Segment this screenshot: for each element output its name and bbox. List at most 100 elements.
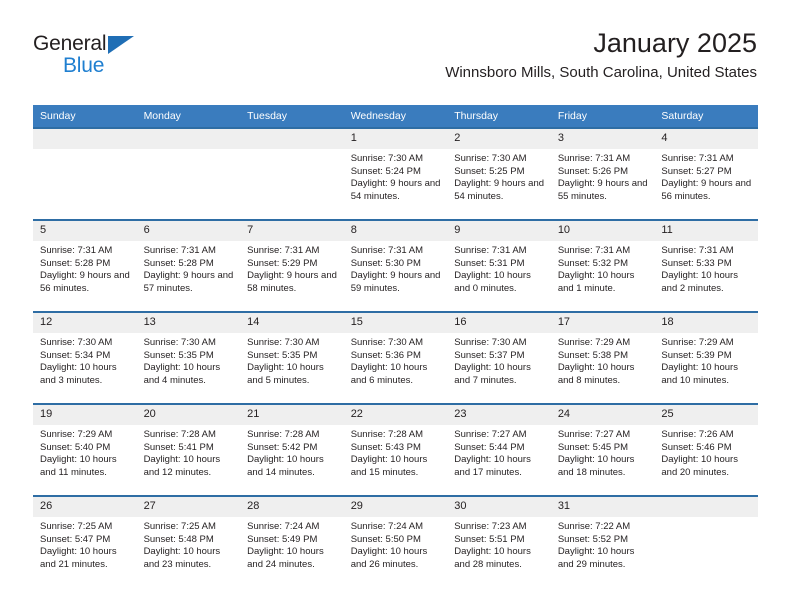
calendar-day-cell[interactable]: 28 Sunrise: 7:24 AM Sunset: 5:49 PM Dayligh… <box>240 495 344 587</box>
sunrise-text: Sunrise: 7:31 AM <box>557 153 631 164</box>
calendar-table: Sunday Monday Tuesday Wednesday Thursday… <box>33 105 758 587</box>
calendar-day-cell[interactable]: 8 Sunrise: 7:31 AM Sunset: 5:30 PM Daylight… <box>343 219 448 312</box>
sunset-text: Sunset: 5:35 PM <box>247 349 318 361</box>
calendar-day-cell[interactable]: 4 Sunrise: 7:31 AM Sunset: 5:27 PM Daylight… <box>654 127 758 220</box>
sunrise-text: Sunrise: 7:27 AM <box>557 429 631 440</box>
day-number: 8 <box>343 221 448 241</box>
calendar-day-cell[interactable]: 2 Sunrise: 7:30 AM Sunset: 5:25 PM Daylight… <box>447 127 551 220</box>
daylight-text: Daylight: 10 hours and 6 minutes. <box>350 362 428 386</box>
day-number: 24 <box>550 405 655 425</box>
sunrise-text: Sunrise: 7:30 AM <box>143 337 216 348</box>
calendar-day-cell[interactable]: 29 Sunrise: 7:24 AM Sunset: 5:50 PM Dayligh… <box>343 495 448 587</box>
calendar-day-cell[interactable]: 14 Sunrise: 7:30 AM Sunset: 5:35 PM Dayligh… <box>240 311 344 404</box>
day-number: 18 <box>654 313 758 333</box>
page-header: General Blue January 2025 Winnsboro Mill… <box>33 26 757 98</box>
day-sun-info: Sunrise: 7:31 AM Sunset: 5:28 PM Daylight:… <box>33 241 137 295</box>
calendar-day-cell[interactable]: 9 Sunrise: 7:31 AM Sunset: 5:31 PM Daylight… <box>447 219 551 312</box>
day-number: 23 <box>447 405 551 425</box>
calendar-day-cell[interactable]: 26 Sunrise: 7:25 AM Sunset: 5:47 PM Dayligh… <box>33 495 137 587</box>
sunset-text: Sunset: 5:28 PM <box>143 257 214 269</box>
sunrise-text: Sunrise: 7:26 AM <box>661 429 734 440</box>
calendar-day-cell[interactable]: 16 Sunrise: 7:30 AM Sunset: 5:37 PM Dayligh… <box>447 311 551 404</box>
calendar-day-cell[interactable]: 25 Sunrise: 7:26 AM Sunset: 5:46 PM Dayligh… <box>654 403 758 496</box>
calendar-day-cell[interactable]: 23 Sunrise: 7:27 AM Sunset: 5:44 PM Dayligh… <box>447 403 551 496</box>
day-number: 5 <box>33 221 137 241</box>
calendar-day-cell[interactable]: 31 Sunrise: 7:22 AM Sunset: 5:52 PM Dayligh… <box>550 495 655 587</box>
calendar-day-cell[interactable]: 10 Sunrise: 7:31 AM Sunset: 5:32 PM Dayligh… <box>550 219 655 312</box>
calendar-day-cell[interactable]: 17 Sunrise: 7:29 AM Sunset: 5:38 PM Dayligh… <box>550 311 655 404</box>
day-sun-info: Sunrise: 7:29 AM Sunset: 5:40 PM Daylight:… <box>33 425 137 479</box>
calendar-day-cell-empty <box>240 127 344 220</box>
day-sun-info: Sunrise: 7:30 AM Sunset: 5:24 PM Daylight:… <box>344 149 448 203</box>
sunset-text: Sunset: 5:38 PM <box>557 349 629 361</box>
calendar-day-cell[interactable]: 15 Sunrise: 7:30 AM Sunset: 5:36 PM Dayligh… <box>343 311 448 404</box>
sunset-text: Sunset: 5:46 PM <box>661 441 732 453</box>
calendar-day-cell[interactable]: 3 Sunrise: 7:31 AM Sunset: 5:26 PM Daylight… <box>550 127 655 220</box>
daylight-text: Daylight: 10 hours and 3 minutes. <box>40 362 117 386</box>
day-number: 28 <box>240 497 344 517</box>
calendar-day-cell[interactable]: 13 Sunrise: 7:30 AM Sunset: 5:35 PM Dayligh… <box>136 311 241 404</box>
weekday-header-tuesday: Tuesday <box>240 105 344 128</box>
day-sun-info: Sunrise: 7:27 AM Sunset: 5:45 PM Daylight:… <box>551 425 655 479</box>
calendar-day-cell[interactable]: 5 Sunrise: 7:31 AM Sunset: 5:28 PM Daylight… <box>33 219 137 312</box>
calendar-day-cell-empty <box>654 495 758 587</box>
day-number: 10 <box>550 221 655 241</box>
sunrise-text: Sunrise: 7:28 AM <box>143 429 216 440</box>
sunset-text: Sunset: 5:52 PM <box>557 533 629 545</box>
calendar-day-cell[interactable]: 20 Sunrise: 7:28 AM Sunset: 5:41 PM Dayligh… <box>136 403 241 496</box>
day-sun-info: Sunrise: 7:27 AM Sunset: 5:44 PM Daylight:… <box>447 425 551 479</box>
sunset-text: Sunset: 5:51 PM <box>454 533 525 545</box>
day-number <box>654 497 758 517</box>
calendar-day-cell[interactable]: 1 Sunrise: 7:30 AM Sunset: 5:24 PM Daylight… <box>343 127 448 220</box>
calendar-day-cell[interactable]: 18 Sunrise: 7:29 AM Sunset: 5:39 PM Dayligh… <box>654 311 758 404</box>
day-number: 19 <box>33 405 137 425</box>
calendar-day-cell[interactable]: 22 Sunrise: 7:28 AM Sunset: 5:43 PM Dayligh… <box>343 403 448 496</box>
day-sun-info: Sunrise: 7:28 AM Sunset: 5:43 PM Daylight:… <box>344 425 448 479</box>
sunset-text: Sunset: 5:36 PM <box>350 349 421 361</box>
day-sun-info: Sunrise: 7:30 AM Sunset: 5:35 PM Daylight:… <box>240 333 344 387</box>
day-sun-info: Sunrise: 7:22 AM Sunset: 5:52 PM Daylight:… <box>551 517 655 571</box>
day-sun-info: Sunrise: 7:28 AM Sunset: 5:41 PM Daylight:… <box>137 425 241 479</box>
calendar-day-cell[interactable]: 30 Sunrise: 7:23 AM Sunset: 5:51 PM Dayligh… <box>447 495 551 587</box>
weekday-header-sunday: Sunday <box>33 105 137 128</box>
calendar-day-cell[interactable]: 24 Sunrise: 7:27 AM Sunset: 5:45 PM Dayligh… <box>550 403 655 496</box>
day-sun-info: Sunrise: 7:31 AM Sunset: 5:32 PM Daylight:… <box>551 241 655 295</box>
sunrise-text: Sunrise: 7:30 AM <box>454 337 527 348</box>
day-number: 17 <box>550 313 655 333</box>
sunrise-text: Sunrise: 7:30 AM <box>350 153 424 164</box>
sunset-text: Sunset: 5:29 PM <box>247 257 318 269</box>
sunrise-text: Sunrise: 7:31 AM <box>247 245 320 256</box>
daylight-text: Daylight: 9 hours and 55 minutes. <box>557 178 648 202</box>
day-number <box>136 129 241 149</box>
calendar-day-cell[interactable]: 6 Sunrise: 7:31 AM Sunset: 5:28 PM Daylight… <box>136 219 241 312</box>
logo-text-blue: Blue <box>63 54 105 77</box>
day-number: 22 <box>343 405 448 425</box>
sunset-text: Sunset: 5:42 PM <box>247 441 318 453</box>
sunset-text: Sunset: 5:28 PM <box>40 257 111 269</box>
calendar-day-cell[interactable]: 27 Sunrise: 7:25 AM Sunset: 5:48 PM Dayligh… <box>136 495 241 587</box>
daylight-text: Daylight: 10 hours and 23 minutes. <box>143 546 221 570</box>
day-number: 7 <box>240 221 344 241</box>
day-number: 14 <box>240 313 344 333</box>
calendar-day-cell[interactable]: 11 Sunrise: 7:31 AM Sunset: 5:33 PM Dayligh… <box>654 219 758 312</box>
calendar-day-cell[interactable]: 12 Sunrise: 7:30 AM Sunset: 5:34 PM Dayligh… <box>33 311 137 404</box>
day-sun-info: Sunrise: 7:28 AM Sunset: 5:42 PM Daylight:… <box>240 425 344 479</box>
calendar-week-row: 19 Sunrise: 7:29 AM Sunset: 5:40 PM Dayligh… <box>33 403 758 496</box>
calendar-day-cell[interactable]: 21 Sunrise: 7:28 AM Sunset: 5:42 PM Dayligh… <box>240 403 344 496</box>
generalblue-logo[interactable]: General Blue <box>33 32 153 84</box>
day-number: 11 <box>654 221 758 241</box>
sunset-text: Sunset: 5:33 PM <box>661 257 732 269</box>
sunrise-text: Sunrise: 7:28 AM <box>350 429 424 440</box>
sunset-text: Sunset: 5:49 PM <box>247 533 318 545</box>
day-sun-info: Sunrise: 7:25 AM Sunset: 5:47 PM Daylight:… <box>33 517 137 571</box>
sunset-text: Sunset: 5:45 PM <box>557 441 629 453</box>
calendar-day-cell[interactable]: 7 Sunrise: 7:31 AM Sunset: 5:29 PM Daylight… <box>240 219 344 312</box>
daylight-text: Daylight: 10 hours and 24 minutes. <box>247 546 324 570</box>
day-sun-info: Sunrise: 7:24 AM Sunset: 5:49 PM Daylight:… <box>240 517 344 571</box>
day-sun-info: Sunrise: 7:30 AM Sunset: 5:25 PM Daylight:… <box>447 149 551 203</box>
daylight-text: Daylight: 10 hours and 21 minutes. <box>40 546 117 570</box>
day-number: 1 <box>343 129 448 149</box>
day-number: 3 <box>550 129 655 149</box>
title-block: January 2025 Winnsboro Mills, South Caro… <box>445 26 757 86</box>
calendar-day-cell[interactable]: 19 Sunrise: 7:29 AM Sunset: 5:40 PM Dayligh… <box>33 403 137 496</box>
